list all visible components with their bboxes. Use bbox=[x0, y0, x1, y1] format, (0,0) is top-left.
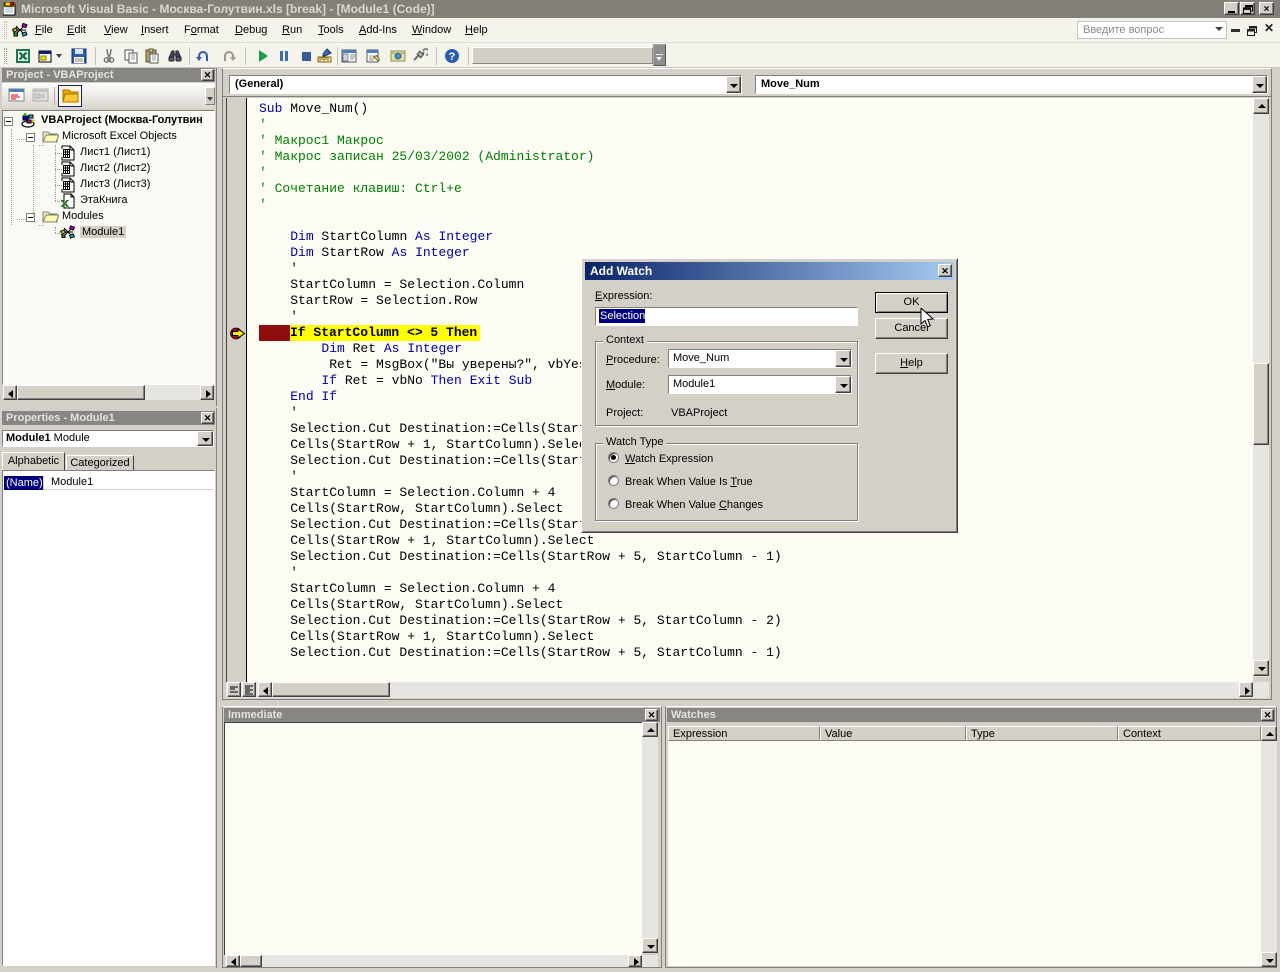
svg-text:?: ? bbox=[449, 51, 456, 63]
